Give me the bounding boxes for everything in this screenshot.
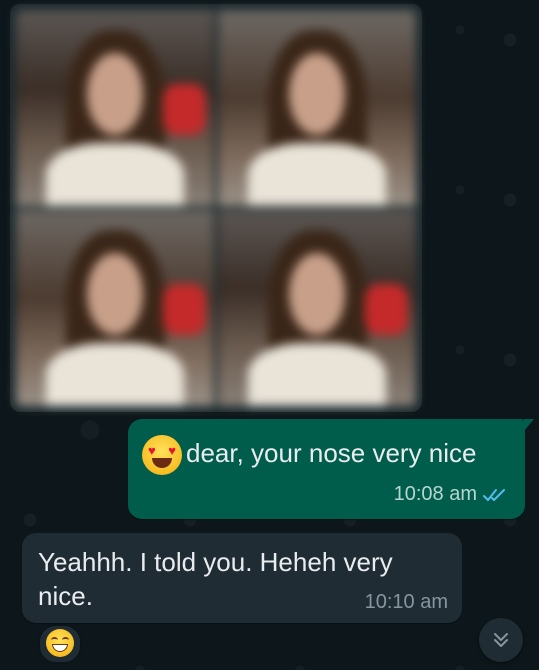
message-reaction[interactable] bbox=[38, 624, 82, 664]
scroll-to-bottom-button[interactable] bbox=[479, 618, 523, 662]
double-check-icon bbox=[483, 489, 505, 501]
outgoing-message-text: dear, your nose very nice bbox=[186, 438, 477, 468]
heart-eyes-emoji: ♥ ♥ bbox=[142, 435, 182, 475]
grinning-face-emoji bbox=[46, 629, 74, 657]
image-message[interactable] bbox=[10, 4, 422, 412]
incoming-message-time: 10:10 am bbox=[364, 591, 448, 613]
photo-thumbnail[interactable] bbox=[16, 210, 214, 406]
blurred-photo-grid[interactable] bbox=[16, 10, 416, 406]
outgoing-message[interactable]: ♥ ♥ dear, your nose very nice 10:08 am bbox=[128, 419, 534, 519]
incoming-message[interactable]: Yeahhh. I told you. Heheh very nice. 10:… bbox=[22, 533, 462, 623]
photo-thumbnail[interactable] bbox=[218, 210, 416, 406]
outgoing-message-time: 10:08 am bbox=[393, 483, 477, 505]
double-chevron-down-icon bbox=[494, 633, 508, 647]
photo-thumbnail[interactable] bbox=[16, 10, 214, 206]
photo-thumbnail[interactable] bbox=[218, 10, 416, 206]
